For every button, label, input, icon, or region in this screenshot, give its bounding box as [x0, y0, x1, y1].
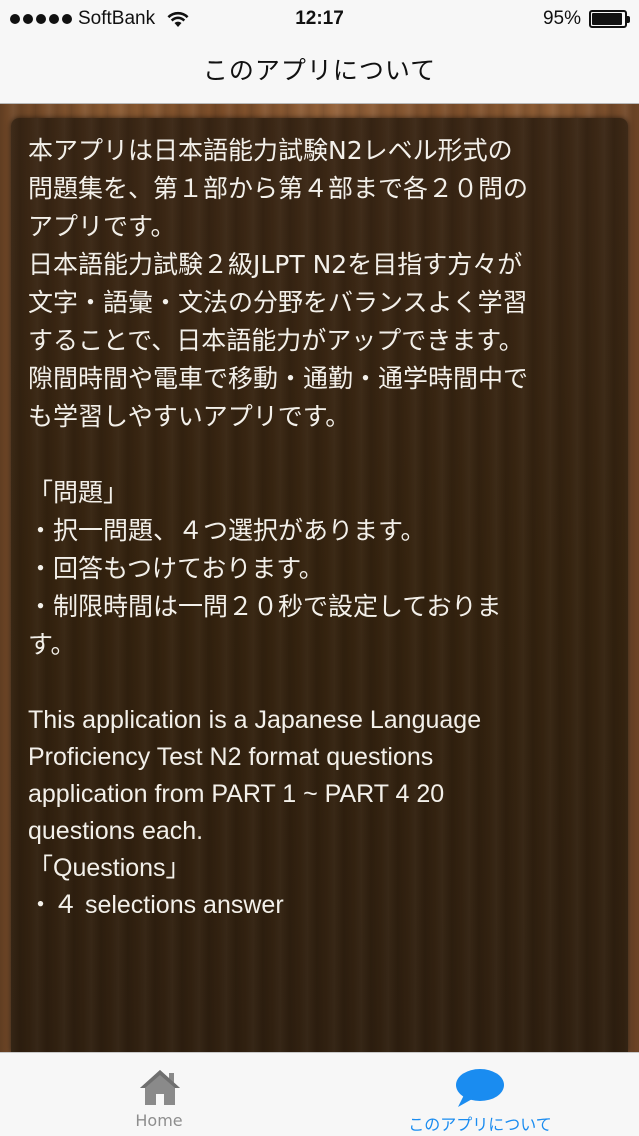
text-line: す。: [28, 630, 76, 659]
battery-icon: [589, 10, 630, 28]
text-line: 隙間時間や電車で移動・通勤・通学時間中で: [28, 364, 529, 393]
english-text-line: This application is a Japanese Language: [28, 706, 482, 734]
navigation-bar: このアプリについて: [0, 40, 639, 104]
text-line: することで、日本語能力がアップできます。: [28, 326, 524, 355]
text-line: 日本語能力試験２級JLPT N2を目指す方々が: [28, 250, 523, 279]
tab-home-label: Home: [135, 1111, 183, 1130]
text-line: アプリです。: [28, 212, 176, 241]
status-right: 95%: [542, 8, 630, 30]
text-line: 「問題」: [28, 478, 129, 507]
battery-percent: 95%: [542, 8, 581, 29]
text-line: ・択一問題、４つ選択があります。: [28, 516, 426, 545]
about-text: 本アプリは日本語能力試験N2レベル形式の 問題集を、第１部から第４部まで各２０問…: [11, 118, 628, 924]
english-text-line: ・４ selections answer: [28, 891, 284, 919]
text-line: も学習しやすいアプリです。: [28, 402, 351, 431]
english-text-line: application from PART 1 ~ PART 4 20: [28, 780, 445, 808]
tab-about-app-label: このアプリについて: [408, 1115, 552, 1134]
page-title: このアプリについて: [202, 56, 437, 85]
tab-bar: Home このアプリについて: [0, 1052, 639, 1136]
chat-bubble-icon: [456, 1069, 504, 1107]
about-content-panel[interactable]: 本アプリは日本語能力試験N2レベル形式の 問題集を、第１部から第４部まで各２０問…: [11, 118, 628, 1053]
battery-fill: [592, 13, 623, 25]
english-text-line: questions each.: [28, 817, 204, 845]
english-text-line: Proficiency Test N2 format questions: [28, 743, 434, 771]
text-line: 本アプリは日本語能力試験N2レベル形式の: [28, 136, 513, 165]
text-line: 問題集を、第１部から第４部まで各２０問の: [28, 174, 529, 203]
text-line: ・回答もつけております。: [28, 554, 324, 583]
tab-home[interactable]: Home: [0, 1053, 320, 1136]
text-line: 文字・語彙・文法の分野をバランスよく学習: [28, 288, 528, 317]
text-line: ・制限時間は一問２０秒で設定しておりま: [28, 592, 502, 621]
tab-about-app[interactable]: このアプリについて: [320, 1053, 639, 1136]
english-text-line: 「Questions」: [28, 854, 191, 882]
status-bar: SoftBank 12:17 95%: [0, 0, 639, 40]
home-icon: [140, 1070, 180, 1105]
